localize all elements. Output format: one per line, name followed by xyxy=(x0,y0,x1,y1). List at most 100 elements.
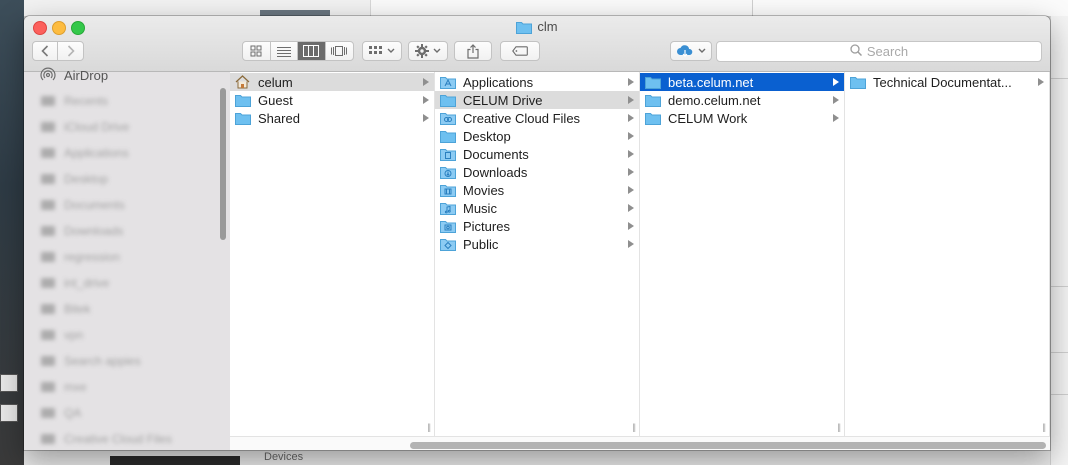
icon-view-icon xyxy=(250,45,262,57)
list-view-button[interactable] xyxy=(271,42,298,60)
sidebar-item-label: mxe xyxy=(64,380,87,394)
disclosure-arrow-icon xyxy=(833,114,839,122)
column-item[interactable]: CELUM Work xyxy=(640,109,844,127)
background-app-icon xyxy=(0,374,18,392)
column-item[interactable]: Creative Cloud Files xyxy=(435,109,639,127)
search-field[interactable]: Search xyxy=(716,41,1042,62)
search-icon xyxy=(850,44,862,59)
sidebar-item-label: Recents xyxy=(64,94,109,108)
disclosure-arrow-icon xyxy=(423,96,429,104)
column-item[interactable]: Guest xyxy=(230,91,434,109)
disclosure-arrow-icon xyxy=(628,96,634,104)
pictures-folder-icon xyxy=(440,219,457,233)
sidebar-item[interactable]: Desktop xyxy=(40,170,108,188)
sidebar-item-airdrop[interactable]: AirDrop xyxy=(40,66,108,84)
column-home[interactable]: || Applications CELUM Drive Creative Cloud … xyxy=(435,72,640,436)
sidebar-item[interactable]: iCloud Drive xyxy=(40,118,129,136)
background-windows-top xyxy=(24,0,1068,16)
disclosure-arrow-icon xyxy=(628,222,634,230)
sidebar-item-label: AirDrop xyxy=(64,67,109,83)
column-item[interactable]: Applications xyxy=(435,73,639,91)
title-bar[interactable]: clm Search xyxy=(24,16,1050,72)
desktop-icon xyxy=(40,171,56,187)
share-button[interactable] xyxy=(454,41,492,61)
column-item[interactable]: Downloads xyxy=(435,163,639,181)
sidebar-item[interactable]: Creative Cloud Files xyxy=(40,430,172,448)
column-celum-drive[interactable]: || beta.celum.net demo.celum.net CELUM Work xyxy=(640,72,845,436)
sidebar-item[interactable]: regression xyxy=(40,248,120,266)
disclosure-arrow-icon xyxy=(628,132,634,140)
action-button[interactable] xyxy=(408,41,448,61)
sidebar-item[interactable]: Recents xyxy=(40,92,108,110)
back-forward-control xyxy=(32,41,84,61)
disclosure-arrow-icon xyxy=(833,96,839,104)
arrange-grid-icon xyxy=(369,45,382,54)
column-item-label: Documents xyxy=(463,146,529,162)
forward-button[interactable] xyxy=(58,42,83,60)
folder-icon xyxy=(645,75,662,89)
sidebar-scrollbar[interactable] xyxy=(220,88,226,240)
column-item[interactable]: Desktop xyxy=(435,127,639,145)
documents-folder-icon xyxy=(440,147,457,161)
column-users[interactable]: || celum Guest Shared xyxy=(230,72,435,436)
arrange-button[interactable] xyxy=(362,41,402,61)
folder-icon xyxy=(40,405,56,421)
sidebar-item[interactable]: vpn xyxy=(40,326,83,344)
column-item[interactable]: beta.celum.net xyxy=(640,73,844,91)
folder-icon xyxy=(645,93,662,107)
disclosure-arrow-icon xyxy=(423,78,429,86)
sidebar-item[interactable]: int_drive xyxy=(40,274,109,292)
column-resize-grip[interactable]: || xyxy=(837,422,841,432)
downloads-folder-icon xyxy=(440,165,457,179)
edit-tags-button[interactable] xyxy=(500,41,540,61)
chevron-down-icon xyxy=(433,48,441,53)
column-item[interactable]: CELUM Drive xyxy=(435,91,639,109)
column-item-label: Downloads xyxy=(463,164,528,180)
cover-flow-view-button[interactable] xyxy=(326,42,353,60)
sidebar-item-label: Bitek xyxy=(64,302,91,316)
column-beta-celum[interactable]: || Technical Documentat... xyxy=(845,72,1050,436)
column-item[interactable]: celum xyxy=(230,73,434,91)
sidebar-item[interactable]: QA xyxy=(40,404,81,422)
folder-icon xyxy=(40,301,56,317)
column-item[interactable]: Shared xyxy=(230,109,434,127)
column-resize-grip[interactable]: || xyxy=(1042,422,1046,432)
horizontal-scrollbar[interactable] xyxy=(230,436,1050,450)
folder-icon xyxy=(440,129,457,143)
column-item[interactable]: Music xyxy=(435,199,639,217)
column-item[interactable]: Documents xyxy=(435,145,639,163)
background-window xyxy=(752,0,1068,16)
sidebar-item[interactable]: Documents xyxy=(40,196,125,214)
chevron-down-icon xyxy=(387,48,395,53)
column-item[interactable]: Pictures xyxy=(435,217,639,235)
sidebar-item[interactable]: Applications xyxy=(40,144,129,162)
column-view-button[interactable] xyxy=(298,42,326,60)
sidebar-item[interactable]: Search appies xyxy=(40,352,141,370)
public-folder-icon xyxy=(440,237,457,251)
cloud-sync-button[interactable] xyxy=(670,41,712,61)
column-item[interactable]: Public xyxy=(435,235,639,253)
column-resize-grip[interactable]: || xyxy=(427,422,431,432)
finder-window: clm Search AirDrop Recents iCloud Drive … xyxy=(24,16,1050,450)
horizontal-scroll-thumb[interactable] xyxy=(410,442,1046,449)
background-window-bottom: Devices xyxy=(24,450,1050,465)
desktop-background-left xyxy=(0,0,24,465)
sidebar-item[interactable]: Bitek xyxy=(40,300,91,318)
creative-cloud-folder-icon xyxy=(440,111,457,125)
sidebar-item-label: Search appies xyxy=(64,354,141,368)
back-button[interactable] xyxy=(33,42,59,60)
sidebar-item-label: Creative Cloud Files xyxy=(64,432,173,446)
column-item[interactable]: Technical Documentat... xyxy=(845,73,1049,91)
column-item[interactable]: Movies xyxy=(435,181,639,199)
sidebar-item[interactable]: mxe xyxy=(40,378,87,396)
disclosure-arrow-icon xyxy=(628,150,634,158)
disclosure-arrow-icon xyxy=(423,114,429,122)
column-item[interactable]: demo.celum.net xyxy=(640,91,844,109)
column-item-label: Movies xyxy=(463,182,505,198)
icon-view-button[interactable] xyxy=(243,42,271,60)
background-divider xyxy=(1051,78,1068,79)
column-resize-grip[interactable]: || xyxy=(632,422,636,432)
cover-flow-icon xyxy=(331,46,348,56)
cloud-icon xyxy=(40,119,56,135)
sidebar-item[interactable]: Downloads xyxy=(40,222,123,240)
